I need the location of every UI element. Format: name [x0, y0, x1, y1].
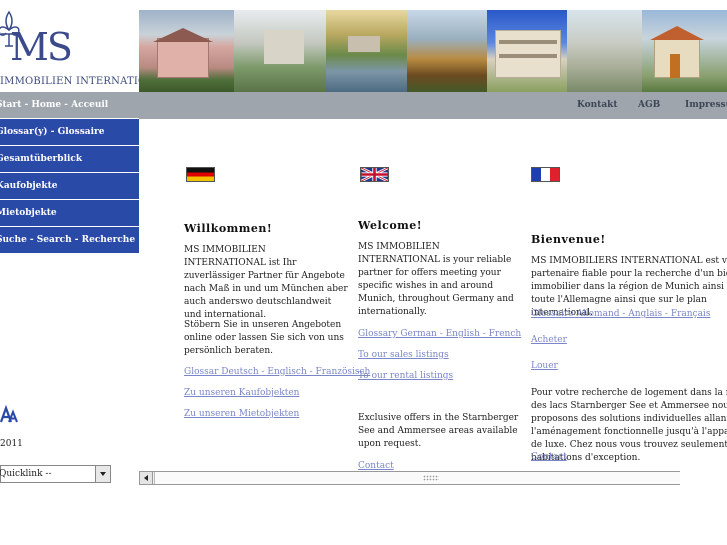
french-rent-link[interactable]: Louer	[531, 360, 558, 373]
english-intro: MS IMMOBILIEN INTERNATIONAL is your reli…	[358, 242, 514, 317]
font-size-icon[interactable]	[0, 405, 20, 423]
german-browse: Stöbern Sie in unseren Angeboten online …	[184, 320, 344, 356]
french-glossary-link[interactable]: Glossaire Allemand - Anglais - Français	[531, 308, 710, 321]
photo-garden	[234, 10, 326, 92]
french-contact-link[interactable]: Contact	[531, 451, 567, 464]
photo-villa	[139, 10, 234, 92]
sidebar-nav: Start - Home - Acceuil Glossar(y) - Glos…	[0, 92, 139, 254]
top-link-contact[interactable]: Kontakt	[577, 92, 618, 119]
logo[interactable]: MS IMMOBILIEN INTERNATIONAL	[0, 0, 169, 92]
scrollbar-grip	[423, 475, 439, 481]
german-buy-link[interactable]: Zu unseren Kaufobjekten	[184, 387, 299, 400]
german-glossary-link[interactable]: Glossar Deutsch - Englisch - Französisch	[184, 366, 370, 379]
quicklink-select[interactable]: Quicklink --	[0, 465, 111, 483]
top-link-imprint[interactable]: Impressum	[685, 92, 727, 119]
german-rent-link[interactable]: Zu unseren Mietobjekten	[184, 408, 299, 421]
french-flag-icon[interactable]	[531, 167, 560, 182]
french-buy-link[interactable]: Acheter	[531, 334, 567, 347]
top-link-agb[interactable]: AGB	[638, 92, 660, 119]
quicklink-value: Quicklink --	[0, 469, 52, 479]
chevron-down-icon[interactable]	[95, 466, 110, 482]
nav-item-overview[interactable]: Gesamtüberblick	[0, 146, 139, 173]
french-column: Bienvenue! MS IMMOBILIERS INTERNATIONAL …	[531, 119, 727, 469]
photo-trees	[407, 10, 487, 92]
nav-item-rent[interactable]: Mietobjekte	[0, 200, 139, 227]
german-heading: Willkommen!	[184, 222, 273, 235]
english-glossary-link[interactable]: Glossary German - English - French	[358, 328, 521, 341]
copyright-year: 2011	[0, 439, 23, 449]
nav-item-buy[interactable]: Kaufobjekte	[0, 173, 139, 200]
german-intro: MS IMMOBILIEN INTERNATIONAL ist Ihr zuve…	[184, 245, 348, 320]
horizontal-scrollbar[interactable]	[139, 471, 680, 485]
french-heading: Bienvenue!	[531, 233, 606, 246]
photo-lake	[326, 10, 407, 92]
nav-item-glossary[interactable]: Glossar(y) - Glossaire	[0, 119, 139, 146]
photo-banner	[139, 10, 727, 92]
photo-street	[567, 10, 642, 92]
photo-house	[642, 10, 727, 92]
english-rental-link[interactable]: To our rental listings	[358, 370, 453, 383]
nav-item-start[interactable]: Start - Home - Acceuil	[0, 92, 139, 119]
scrollbar-thumb[interactable]	[154, 472, 680, 484]
english-exclusive: Exclusive offers in the Starnberger See …	[358, 413, 519, 449]
german-flag-icon[interactable]	[186, 167, 215, 182]
scroll-left-icon[interactable]	[140, 472, 153, 484]
top-menu-bar: Kontakt AGB Impressum	[139, 92, 727, 119]
english-heading: Welcome!	[358, 219, 423, 232]
logo-text: MS	[10, 25, 73, 69]
nav-item-search[interactable]: Suche - Search - Recherche	[0, 227, 139, 254]
english-sales-link[interactable]: To our sales listings	[358, 349, 449, 362]
uk-flag-icon[interactable]	[360, 167, 389, 182]
photo-apartment	[487, 10, 567, 92]
